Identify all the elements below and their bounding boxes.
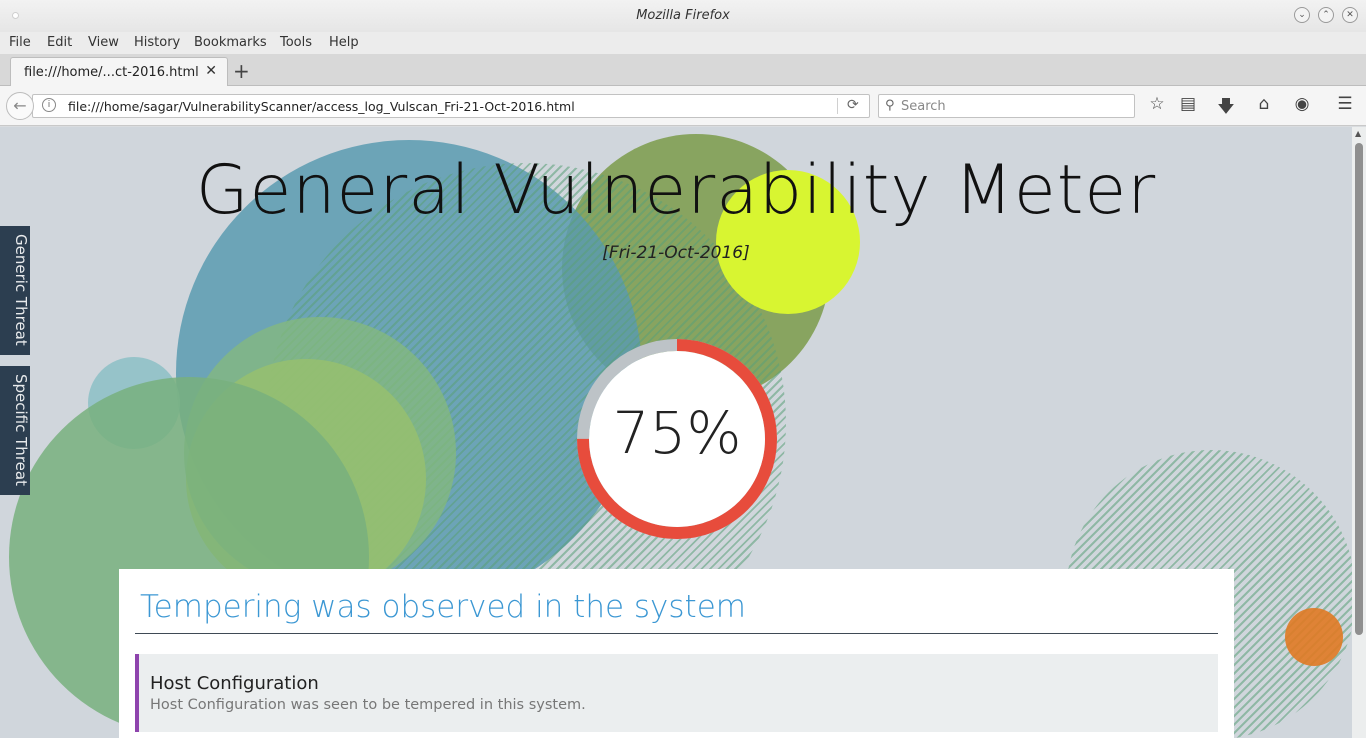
window-title: Mozilla Firefox	[636, 8, 730, 23]
tab-label: file:///home/...ct-2016.html	[24, 65, 199, 80]
menu-bookmarks[interactable]: Bookmarks	[194, 35, 267, 50]
window-titlebar: Mozilla Firefox ⌄ ⌃ ✕	[0, 0, 1366, 32]
side-tab-specific-threat[interactable]: Specific Threat	[0, 366, 30, 495]
findings-panel: Tempering was observed in the system Hos…	[119, 569, 1234, 738]
url-separator	[837, 98, 838, 114]
new-tab-icon[interactable]: +	[233, 59, 250, 83]
section-divider	[135, 633, 1218, 634]
tab-active[interactable]: file:///home/...ct-2016.html ✕	[10, 57, 228, 86]
home-icon[interactable]: ⌂	[1253, 94, 1275, 114]
url-text[interactable]: file:///home/sagar/VulnerabilityScanner/…	[68, 99, 575, 114]
site-info-icon[interactable]: i	[42, 98, 56, 112]
menu-edit[interactable]: Edit	[47, 35, 72, 50]
page-scrollbar[interactable]: ▲	[1352, 127, 1366, 738]
meter-percentage: 75%	[612, 399, 742, 467]
url-bar[interactable]: i file:///home/sagar/VulnerabilityScanne…	[32, 94, 870, 118]
scrollbar-thumb[interactable]	[1355, 143, 1363, 635]
reload-icon[interactable]: ⟳	[847, 97, 859, 113]
menu-bar: File Edit View History Bookmarks Tools H…	[0, 32, 1366, 54]
menu-file[interactable]: File	[9, 35, 31, 50]
page-content: General Vulnerability Meter [Fri-21-Oct-…	[0, 127, 1352, 738]
side-tab-generic-threat[interactable]: Generic Threat	[0, 226, 30, 355]
page-title: General Vulnerability Meter	[195, 151, 1157, 230]
back-button[interactable]: ←	[6, 92, 34, 120]
pocket-icon[interactable]: ◉	[1291, 94, 1313, 114]
search-icon: ⚲	[885, 98, 895, 113]
tab-bar: file:///home/...ct-2016.html ✕ +	[0, 54, 1366, 86]
report-date: [Fri-21-Oct-2016]	[602, 243, 750, 263]
minimize-icon[interactable]: ⌄	[1294, 7, 1310, 23]
menu-tools[interactable]: Tools	[280, 35, 312, 50]
maximize-icon[interactable]: ⌃	[1318, 7, 1334, 23]
menu-history[interactable]: History	[134, 35, 180, 50]
close-tab-icon[interactable]: ✕	[205, 63, 217, 79]
bg-bubble	[1285, 608, 1343, 666]
downloads-icon[interactable]: 🡇	[1215, 94, 1237, 123]
vulnerability-meter: 75%	[577, 339, 777, 539]
section-title: Tempering was observed in the system	[140, 589, 746, 625]
hamburger-menu-icon[interactable]: ☰	[1334, 94, 1356, 114]
menu-help[interactable]: Help	[329, 35, 359, 50]
scroll-up-icon[interactable]: ▲	[1355, 129, 1361, 138]
finding-item: Host Configuration Host Configuration wa…	[135, 654, 1218, 732]
search-box[interactable]: ⚲	[878, 94, 1135, 118]
close-window-icon[interactable]: ✕	[1342, 7, 1358, 23]
reading-list-icon[interactable]: ▤	[1177, 94, 1199, 114]
navigation-toolbar: i file:///home/sagar/VulnerabilityScanne…	[0, 86, 1366, 126]
bookmark-star-icon[interactable]: ☆	[1146, 94, 1168, 114]
finding-title: Host Configuration	[150, 673, 319, 694]
finding-description: Host Configuration was seen to be temper…	[150, 697, 586, 713]
menu-view[interactable]: View	[88, 35, 119, 50]
search-input[interactable]	[901, 97, 1129, 115]
